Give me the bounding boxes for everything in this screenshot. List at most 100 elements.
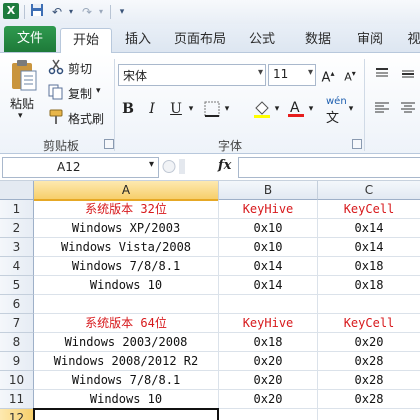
table-cell[interactable]: Windows XP/2003 bbox=[34, 219, 219, 238]
table-cell[interactable]: 0x20 bbox=[219, 390, 318, 409]
paste-button-label[interactable]: 粘贴 bbox=[10, 95, 34, 112]
chevron-down-icon[interactable]: ▾ bbox=[308, 67, 313, 78]
tab-formulas[interactable]: 公式 bbox=[240, 28, 284, 52]
column-header-c[interactable]: C bbox=[318, 181, 420, 200]
cut-icon[interactable] bbox=[48, 59, 64, 78]
cut-button[interactable]: 剪切 bbox=[68, 60, 92, 77]
table-cell[interactable]: KeyHive bbox=[219, 314, 318, 333]
clipboard-launcher-icon[interactable] bbox=[104, 139, 114, 149]
table-cell[interactable]: 0x28 bbox=[318, 352, 420, 371]
chevron-down-icon[interactable]: ▾ bbox=[222, 99, 232, 119]
tab-file[interactable]: 文件 bbox=[4, 26, 56, 52]
fill-color-icon[interactable] bbox=[252, 99, 272, 122]
active-cell-outline[interactable] bbox=[33, 408, 219, 420]
chevron-down-icon[interactable]: ▾ bbox=[306, 99, 316, 119]
row-header[interactable]: 2 bbox=[0, 219, 34, 238]
align-top-icon[interactable] bbox=[374, 67, 390, 84]
table-cell[interactable]: 0x18 bbox=[318, 276, 420, 295]
insert-function-icon[interactable]: fx bbox=[218, 158, 231, 173]
row-header[interactable]: 10 bbox=[0, 371, 34, 390]
table-cell[interactable]: Windows 10 bbox=[34, 390, 219, 409]
align-center-icon[interactable] bbox=[400, 101, 416, 118]
table-cell[interactable]: KeyHive bbox=[219, 200, 318, 219]
table-cell[interactable]: 0x20 bbox=[318, 333, 420, 352]
copy-icon[interactable] bbox=[48, 84, 64, 103]
table-cell[interactable]: 0x14 bbox=[219, 257, 318, 276]
row-header[interactable]: 11 bbox=[0, 390, 34, 409]
row-header[interactable]: 3 bbox=[0, 238, 34, 257]
bold-button[interactable]: B bbox=[118, 99, 138, 119]
column-header-a[interactable]: A bbox=[34, 181, 219, 201]
tab-data[interactable]: 数据 bbox=[296, 28, 340, 52]
formula-input[interactable] bbox=[238, 157, 420, 178]
save-icon[interactable] bbox=[28, 3, 46, 21]
row-header[interactable]: 7 bbox=[0, 314, 34, 333]
borders-icon[interactable] bbox=[204, 101, 220, 120]
table-cell[interactable] bbox=[34, 295, 219, 314]
table-cell[interactable]: Windows 2003/2008 bbox=[34, 333, 219, 352]
format-painter-icon[interactable] bbox=[48, 109, 64, 128]
table-cell[interactable]: 0x18 bbox=[219, 333, 318, 352]
underline-button[interactable]: U bbox=[166, 99, 186, 119]
row-header[interactable]: 1 bbox=[0, 200, 34, 219]
excel-app-icon[interactable]: X bbox=[3, 3, 19, 19]
table-cell[interactable]: 0x10 bbox=[219, 238, 318, 257]
phonetic-guide-icon[interactable]: wén 文 bbox=[326, 96, 347, 126]
align-middle-icon[interactable] bbox=[400, 67, 416, 84]
name-box[interactable]: A12 ▾ bbox=[2, 157, 159, 178]
redo-dropdown-icon[interactable]: ▾ bbox=[92, 3, 110, 21]
paste-dropdown-icon[interactable]: ▾ bbox=[18, 111, 23, 121]
table-cell[interactable]: KeyCell bbox=[318, 200, 420, 219]
table-cell[interactable]: 0x20 bbox=[219, 352, 318, 371]
customize-toolbar-icon[interactable]: ▾ bbox=[113, 3, 131, 21]
table-cell[interactable] bbox=[318, 295, 420, 314]
table-cell[interactable]: 0x14 bbox=[318, 238, 420, 257]
chevron-down-icon[interactable]: ▾ bbox=[149, 159, 154, 170]
table-cell[interactable]: 系统版本 32位 bbox=[34, 200, 219, 219]
shrink-font-icon[interactable]: A▾ bbox=[340, 64, 360, 84]
table-cell[interactable]: Windows 7/8/8.1 bbox=[34, 371, 219, 390]
tab-view[interactable]: 视 bbox=[402, 28, 420, 52]
table-cell[interactable]: 系统版本 64位 bbox=[34, 314, 219, 333]
column-header-b[interactable]: B bbox=[219, 181, 318, 200]
table-cell[interactable]: 0x14 bbox=[318, 219, 420, 238]
row-header[interactable]: 4 bbox=[0, 257, 34, 276]
row-header[interactable]: 6 bbox=[0, 295, 34, 314]
chevron-down-icon[interactable]: ▾ bbox=[272, 99, 282, 119]
table-cell[interactable]: KeyCell bbox=[318, 314, 420, 333]
font-name-select[interactable]: 宋体 ▾ bbox=[118, 64, 266, 86]
table-cell[interactable] bbox=[219, 295, 318, 314]
font-color-icon[interactable]: A bbox=[286, 98, 306, 121]
chevron-down-icon[interactable]: ▾ bbox=[346, 99, 356, 119]
table-cell[interactable]: Windows 2008/2012 R2 bbox=[34, 352, 219, 371]
tab-home[interactable]: 开始 bbox=[60, 28, 112, 54]
row-header[interactable]: 5 bbox=[0, 276, 34, 295]
table-cell[interactable]: 0x28 bbox=[318, 390, 420, 409]
chevron-down-icon[interactable]: ▾ bbox=[258, 67, 263, 78]
table-cell[interactable]: Windows Vista/2008 bbox=[34, 238, 219, 257]
table-cell[interactable]: Windows 10 bbox=[34, 276, 219, 295]
select-all-corner[interactable] bbox=[0, 181, 34, 200]
table-cell[interactable]: 0x28 bbox=[318, 371, 420, 390]
italic-button[interactable]: I bbox=[142, 99, 162, 119]
table-cell[interactable] bbox=[318, 409, 420, 420]
table-cell[interactable]: 0x20 bbox=[219, 371, 318, 390]
chevron-down-icon[interactable]: ▾ bbox=[186, 99, 196, 119]
table-cell[interactable]: Windows 7/8/8.1 bbox=[34, 257, 219, 276]
font-launcher-icon[interactable] bbox=[352, 139, 362, 149]
table-cell[interactable]: 0x14 bbox=[219, 276, 318, 295]
table-cell[interactable]: 0x18 bbox=[318, 257, 420, 276]
tab-insert[interactable]: 插入 bbox=[116, 28, 160, 52]
tab-page-layout[interactable]: 页面布局 bbox=[168, 28, 232, 52]
row-header[interactable]: 9 bbox=[0, 352, 34, 371]
table-cell[interactable]: 0x10 bbox=[219, 219, 318, 238]
row-header[interactable]: 8 bbox=[0, 333, 34, 352]
table-cell[interactable] bbox=[219, 409, 318, 420]
grow-font-icon[interactable]: A▴ bbox=[318, 64, 338, 85]
tab-review[interactable]: 审阅 bbox=[348, 28, 392, 52]
align-left-icon[interactable] bbox=[374, 101, 390, 118]
paste-icon[interactable] bbox=[10, 59, 38, 96]
font-size-select[interactable]: 11 ▾ bbox=[268, 64, 316, 86]
copy-dropdown-icon[interactable]: ▾ bbox=[96, 86, 101, 96]
copy-button[interactable]: 复制 bbox=[68, 85, 92, 102]
